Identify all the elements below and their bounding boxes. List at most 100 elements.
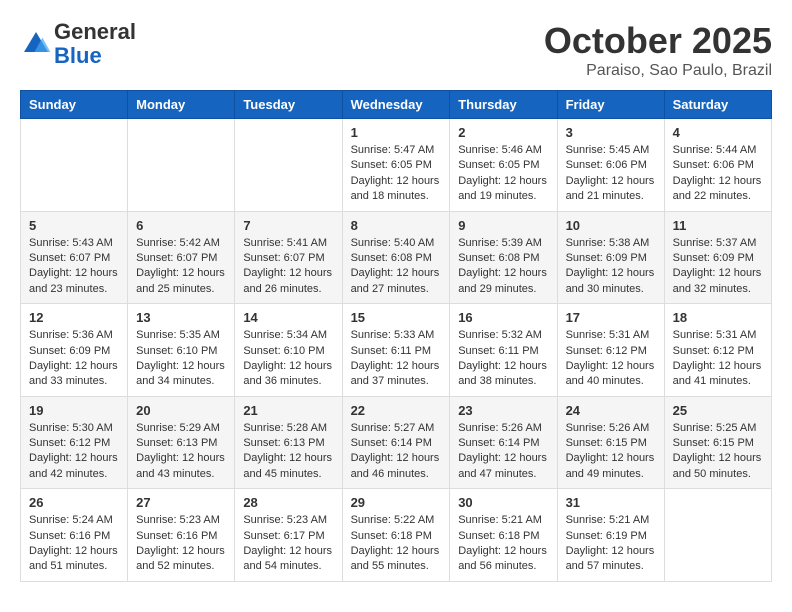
day-info: Sunrise: 5:27 AM Sunset: 6:14 PM Dayligh… <box>351 421 442 483</box>
calendar-day-24: 24Sunrise: 5:26 AM Sunset: 6:15 PM Dayli… <box>557 396 664 489</box>
calendar-header-row: SundayMondayTuesdayWednesdayThursdayFrid… <box>21 91 772 119</box>
day-info: Sunrise: 5:35 AM Sunset: 6:10 PM Dayligh… <box>136 328 226 390</box>
day-number: 22 <box>351 403 442 418</box>
calendar-day-12: 12 Sunrise: 5:36 AM Sunset: 6:09 PM Dayli… <box>21 304 128 397</box>
calendar-day-3: 3Sunrise: 5:45 AM Sunset: 6:06 PM Daylig… <box>557 119 664 212</box>
day-number: 21 <box>243 403 333 418</box>
calendar-weekday-thursday: Thursday <box>450 91 557 119</box>
calendar-day-11: 11Sunrise: 5:37 AM Sunset: 6:09 PM Dayli… <box>664 211 771 304</box>
calendar-day-1: 1 Sunrise: 5:47 AM Sunset: 6:05 PM Daylig… <box>342 119 450 212</box>
title-block: October 2025 Paraiso, Sao Paulo, Brazil <box>544 20 772 80</box>
day-number: 29 <box>351 495 442 510</box>
calendar-day-18: 18 Sunrise: 5:31 AM Sunset: 6:12 PM Dayli… <box>664 304 771 397</box>
calendar-weekday-saturday: Saturday <box>664 91 771 119</box>
day-info: Sunrise: 5:21 AM Sunset: 6:18 PM Dayligh… <box>458 513 548 575</box>
day-info: Sunrise: 5:29 AM Sunset: 6:13 PM Dayligh… <box>136 421 226 483</box>
day-number: 30 <box>458 495 548 510</box>
day-info: Sunrise: 5:39 AM Sunset: 6:08 PM Dayligh… <box>458 236 548 298</box>
calendar-day-19: 19Sunrise: 5:30 AM Sunset: 6:12 PM Dayli… <box>21 396 128 489</box>
day-info: Sunrise: 5:41 AM Sunset: 6:07 PM Dayligh… <box>243 236 333 298</box>
calendar-week-row: 5 Sunrise: 5:43 AM Sunset: 6:07 PM Daylig… <box>21 211 772 304</box>
day-number: 7 <box>243 218 333 233</box>
day-info: Sunrise: 5:44 AM Sunset: 6:06 PM Dayligh… <box>673 143 763 205</box>
logo-text: GeneralBlue <box>54 20 136 68</box>
day-info: Sunrise: 5:24 AM Sunset: 6:16 PM Dayligh… <box>29 513 119 575</box>
day-info: Sunrise: 5:31 AM Sunset: 6:12 PM Dayligh… <box>673 328 763 390</box>
day-info: Sunrise: 5:28 AM Sunset: 6:13 PM Dayligh… <box>243 421 333 483</box>
day-info: Sunrise: 5:23 AM Sunset: 6:17 PM Dayligh… <box>243 513 333 575</box>
day-info: Sunrise: 5:23 AM Sunset: 6:16 PM Dayligh… <box>136 513 226 575</box>
day-info: Sunrise: 5:26 AM Sunset: 6:15 PM Dayligh… <box>566 421 656 483</box>
calendar-day-7: 7 Sunrise: 5:41 AM Sunset: 6:07 PM Daylig… <box>235 211 342 304</box>
day-number: 2 <box>458 125 548 140</box>
calendar-weekday-wednesday: Wednesday <box>342 91 450 119</box>
day-number: 15 <box>351 310 442 325</box>
day-number: 9 <box>458 218 548 233</box>
day-info: Sunrise: 5:47 AM Sunset: 6:05 PM Dayligh… <box>351 143 442 205</box>
day-info: Sunrise: 5:31 AM Sunset: 6:12 PM Dayligh… <box>566 328 656 390</box>
calendar-day-21: 21 Sunrise: 5:28 AM Sunset: 6:13 PM Dayli… <box>235 396 342 489</box>
month-title: October 2025 <box>544 20 772 62</box>
day-number: 23 <box>458 403 548 418</box>
logo: GeneralBlue <box>20 20 136 68</box>
calendar-day-2: 2 Sunrise: 5:46 AM Sunset: 6:05 PM Daylig… <box>450 119 557 212</box>
day-info: Sunrise: 5:26 AM Sunset: 6:14 PM Dayligh… <box>458 421 548 483</box>
day-number: 6 <box>136 218 226 233</box>
calendar-day-15: 15 Sunrise: 5:33 AM Sunset: 6:11 PM Dayli… <box>342 304 450 397</box>
day-info: Sunrise: 5:37 AM Sunset: 6:09 PM Dayligh… <box>673 236 763 298</box>
day-info: Sunrise: 5:30 AM Sunset: 6:12 PM Dayligh… <box>29 421 119 483</box>
day-info: Sunrise: 5:46 AM Sunset: 6:05 PM Dayligh… <box>458 143 548 205</box>
calendar-weekday-monday: Monday <box>128 91 235 119</box>
calendar-day-8: 8 Sunrise: 5:40 AM Sunset: 6:08 PM Daylig… <box>342 211 450 304</box>
day-number: 1 <box>351 125 442 140</box>
calendar-day-30: 30 Sunrise: 5:21 AM Sunset: 6:18 PM Dayli… <box>450 489 557 582</box>
day-number: 8 <box>351 218 442 233</box>
day-info: Sunrise: 5:34 AM Sunset: 6:10 PM Dayligh… <box>243 328 333 390</box>
calendar-day-16: 16Sunrise: 5:32 AM Sunset: 6:11 PM Dayli… <box>450 304 557 397</box>
day-info: Sunrise: 5:38 AM Sunset: 6:09 PM Dayligh… <box>566 236 656 298</box>
calendar-week-row: 1 Sunrise: 5:47 AM Sunset: 6:05 PM Daylig… <box>21 119 772 212</box>
day-number: 12 <box>29 310 119 325</box>
calendar-day-14: 14Sunrise: 5:34 AM Sunset: 6:10 PM Dayli… <box>235 304 342 397</box>
calendar-day-4: 4 Sunrise: 5:44 AM Sunset: 6:06 PM Daylig… <box>664 119 771 212</box>
day-info: Sunrise: 5:32 AM Sunset: 6:11 PM Dayligh… <box>458 328 548 390</box>
day-number: 25 <box>673 403 763 418</box>
calendar-empty-cell <box>128 119 235 212</box>
calendar-day-20: 20 Sunrise: 5:29 AM Sunset: 6:13 PM Dayli… <box>128 396 235 489</box>
day-info: Sunrise: 5:36 AM Sunset: 6:09 PM Dayligh… <box>29 328 119 390</box>
calendar-day-13: 13 Sunrise: 5:35 AM Sunset: 6:10 PM Dayli… <box>128 304 235 397</box>
calendar-day-28: 28Sunrise: 5:23 AM Sunset: 6:17 PM Dayli… <box>235 489 342 582</box>
calendar-day-23: 23 Sunrise: 5:26 AM Sunset: 6:14 PM Dayli… <box>450 396 557 489</box>
day-info: Sunrise: 5:21 AM Sunset: 6:19 PM Dayligh… <box>566 513 656 575</box>
calendar-day-17: 17Sunrise: 5:31 AM Sunset: 6:12 PM Dayli… <box>557 304 664 397</box>
calendar-day-9: 9 Sunrise: 5:39 AM Sunset: 6:08 PM Daylig… <box>450 211 557 304</box>
calendar-day-29: 29Sunrise: 5:22 AM Sunset: 6:18 PM Dayli… <box>342 489 450 582</box>
calendar-week-row: 12 Sunrise: 5:36 AM Sunset: 6:09 PM Dayli… <box>21 304 772 397</box>
logo-icon <box>20 28 52 60</box>
location: Paraiso, Sao Paulo, Brazil <box>544 62 772 80</box>
calendar-empty-cell <box>664 489 771 582</box>
day-info: Sunrise: 5:45 AM Sunset: 6:06 PM Dayligh… <box>566 143 656 205</box>
calendar-day-26: 26Sunrise: 5:24 AM Sunset: 6:16 PM Dayli… <box>21 489 128 582</box>
calendar-weekday-tuesday: Tuesday <box>235 91 342 119</box>
day-number: 5 <box>29 218 119 233</box>
day-number: 13 <box>136 310 226 325</box>
calendar-day-25: 25Sunrise: 5:25 AM Sunset: 6:15 PM Dayli… <box>664 396 771 489</box>
day-number: 20 <box>136 403 226 418</box>
calendar-day-22: 22 Sunrise: 5:27 AM Sunset: 6:14 PM Dayli… <box>342 396 450 489</box>
day-number: 10 <box>566 218 656 233</box>
day-number: 18 <box>673 310 763 325</box>
calendar-day-6: 6Sunrise: 5:42 AM Sunset: 6:07 PM Daylig… <box>128 211 235 304</box>
day-info: Sunrise: 5:33 AM Sunset: 6:11 PM Dayligh… <box>351 328 442 390</box>
day-info: Sunrise: 5:40 AM Sunset: 6:08 PM Dayligh… <box>351 236 442 298</box>
calendar-day-10: 10 Sunrise: 5:38 AM Sunset: 6:09 PM Dayli… <box>557 211 664 304</box>
day-number: 27 <box>136 495 226 510</box>
day-info: Sunrise: 5:43 AM Sunset: 6:07 PM Dayligh… <box>29 236 119 298</box>
calendar-weekday-sunday: Sunday <box>21 91 128 119</box>
calendar-day-31: 31Sunrise: 5:21 AM Sunset: 6:19 PM Dayli… <box>557 489 664 582</box>
calendar-day-27: 27 Sunrise: 5:23 AM Sunset: 6:16 PM Dayli… <box>128 489 235 582</box>
calendar-weekday-friday: Friday <box>557 91 664 119</box>
calendar-table: SundayMondayTuesdayWednesdayThursdayFrid… <box>20 90 772 582</box>
day-number: 4 <box>673 125 763 140</box>
calendar-week-row: 26Sunrise: 5:24 AM Sunset: 6:16 PM Dayli… <box>21 489 772 582</box>
